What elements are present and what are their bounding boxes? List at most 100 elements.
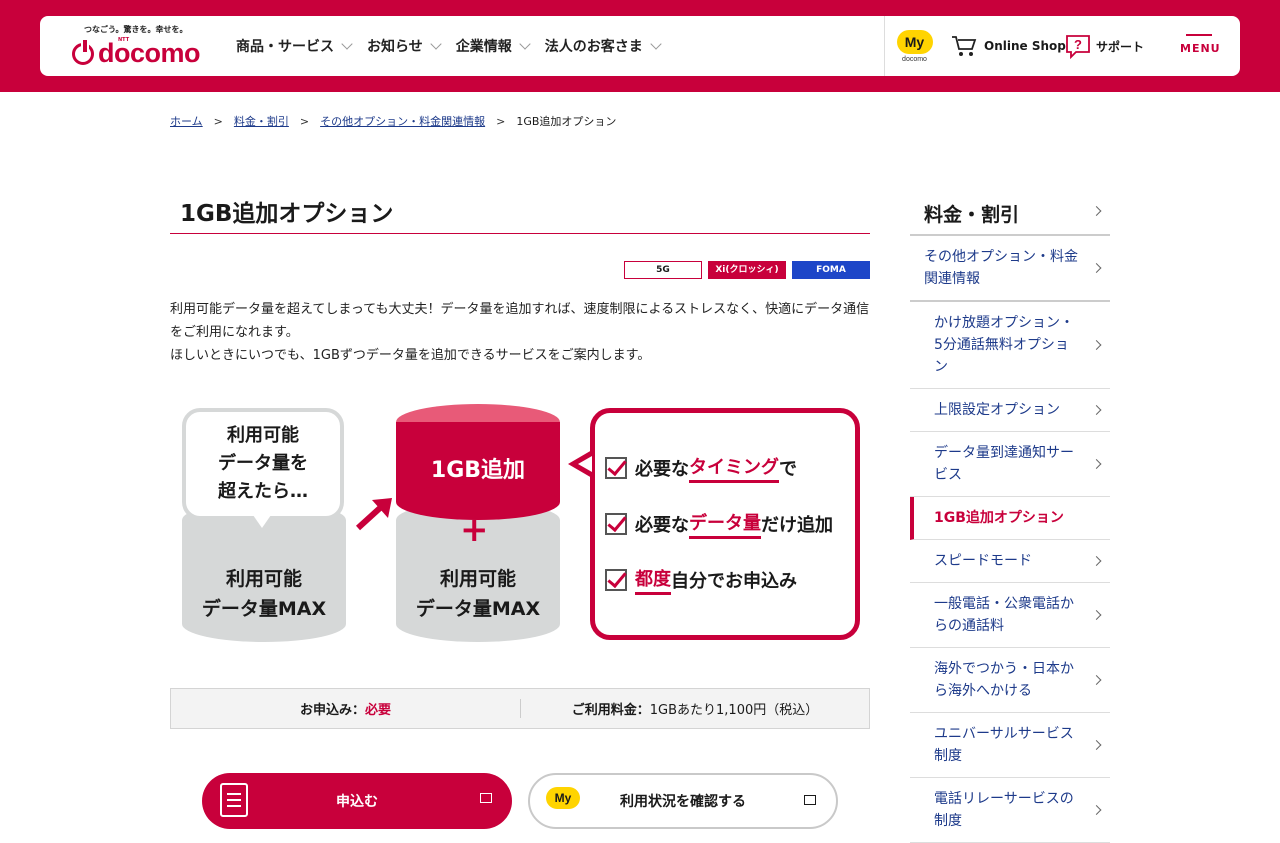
document-icon xyxy=(220,783,248,817)
site-header: つなごう。驚きを。幸せを。 NTT docomo 商品・サービス お知らせ 企業… xyxy=(40,16,1240,76)
apply-button[interactable]: 申込む xyxy=(202,773,512,829)
cylinder-added: 1GB追加 xyxy=(396,404,560,520)
chevron-right-icon xyxy=(1091,610,1102,620)
nav-news[interactable]: お知らせ xyxy=(367,36,442,56)
chevron-right-icon xyxy=(1091,263,1102,273)
panel-tail-inner xyxy=(578,456,592,472)
breadcrumb-sep: > xyxy=(299,114,310,128)
feature-item: 必要な データ量 だけ追加 xyxy=(605,509,833,539)
sidebar-item-1gb[interactable]: 1GB追加オプション xyxy=(910,497,1110,540)
sidebar-item-overseas[interactable]: 海外でつかう・日本から海外へかける xyxy=(910,648,1110,713)
breadcrumb-current: 1GB追加オプション xyxy=(516,115,617,128)
menu-button[interactable]: MENU xyxy=(1180,34,1221,55)
chevron-right-icon xyxy=(1091,675,1102,685)
sidebar-item-limit[interactable]: 上限設定オプション xyxy=(910,389,1110,432)
support-link[interactable]: ? サポート xyxy=(1064,16,1144,76)
chevron-right-icon xyxy=(1091,340,1102,350)
apply-button-label: 申込む xyxy=(336,794,378,810)
service-illustration: 利用可能 データ量MAX 利用可能 データ量を 超えたら… 利用可能 データ量MAX… xyxy=(170,398,870,648)
speech-bubble: 利用可能 データ量を 超えたら… xyxy=(182,408,344,520)
feature-em: 都度 xyxy=(635,565,671,595)
feature-post: で xyxy=(779,459,797,480)
breadcrumb-home[interactable]: ホーム xyxy=(170,113,203,129)
external-link-icon xyxy=(804,795,816,805)
feature-item: 都度 自分でお申込み xyxy=(605,565,797,595)
chevron-right-icon xyxy=(1091,740,1102,750)
cyl-line: 利用可能 xyxy=(439,568,516,590)
logo-tagline: つなごう。驚きを。幸せを。 xyxy=(84,25,188,34)
logo-wordmark: docomo xyxy=(72,38,201,68)
cylinder-left-text: 利用可能データ量MAX xyxy=(182,564,346,624)
sidebar-item-relay[interactable]: 電話リレーサービスの制度 xyxy=(910,778,1110,843)
nav-company[interactable]: 企業情報 xyxy=(455,36,531,56)
intro-line: ほしいときにいつでも、1GBずつデータ量を追加できるサービスをご案内します。 xyxy=(170,348,651,363)
menu-label: MENU xyxy=(1180,42,1221,55)
cyl-line: データ量MAX xyxy=(201,598,327,620)
chevron-down-icon xyxy=(650,37,662,50)
feature-post: だけ追加 xyxy=(761,515,833,536)
breadcrumb-pricing[interactable]: 料金・割引 xyxy=(234,113,289,129)
sidebar-item-universal[interactable]: ユニバーサルサービス制度 xyxy=(910,713,1110,778)
intro-text: 利用可能データ量を超えてしまっても大丈夫！データ量を追加すれば、速度制限によるス… xyxy=(170,298,874,367)
bubble-line: 利用可能 xyxy=(227,425,299,446)
apply-label: お申込み： xyxy=(299,703,365,718)
sidebar-item-label: 一般電話・公衆電話からの通話料 xyxy=(934,596,1074,634)
page-title: 1GB追加オプション xyxy=(170,180,870,234)
nav-business[interactable]: 法人のお客さま xyxy=(544,36,662,56)
my-badge-sub: docomo xyxy=(902,55,927,63)
breadcrumb: ホーム > 料金・割引 > その他オプション・料金関連情報 > 1GB追加オプシ… xyxy=(170,113,616,129)
feature-item: 必要な タイミングで xyxy=(605,453,797,483)
feature-pre: 必要な xyxy=(635,459,689,480)
breadcrumb-sep: > xyxy=(213,114,223,128)
nav-label: 企業情報 xyxy=(455,39,512,55)
sidebar-item-label: 海外でつかう・日本から海外へかける xyxy=(934,661,1074,699)
check-usage-button[interactable]: My 利用状況を確認する xyxy=(528,773,838,829)
power-icon xyxy=(72,40,94,65)
checkbox-icon xyxy=(605,569,627,591)
sidebar-heading-label: 料金・割引 xyxy=(924,204,1020,226)
menu-icon xyxy=(1186,34,1212,36)
bubble-line: データ量を xyxy=(218,453,308,474)
feature-em: タイミング xyxy=(689,453,779,483)
network-tags: 5G Xi(クロッシィ) FOMA xyxy=(624,261,870,279)
nav-label: 法人のお客さま xyxy=(544,39,643,55)
nav-products[interactable]: 商品・サービス xyxy=(236,36,353,56)
sidebar-item-label: 1GB追加オプション xyxy=(934,510,1064,526)
sidebar-item-speedmode[interactable]: スピードモード xyxy=(910,540,1110,583)
chevron-down-icon xyxy=(341,37,353,50)
breadcrumb-other-options[interactable]: その他オプション・料金関連情報 xyxy=(320,113,485,129)
support-label: サポート xyxy=(1096,39,1145,54)
sidebar-heading[interactable]: 料金・割引 xyxy=(910,188,1110,236)
nav-label: お知らせ xyxy=(367,39,423,55)
apply-info: お申込み：必要 xyxy=(171,699,520,718)
breadcrumb-sep: > xyxy=(496,114,506,128)
cyl-line: 利用可能 xyxy=(225,568,302,590)
external-link-icon xyxy=(480,793,492,803)
my-docomo-icon: My xyxy=(546,787,580,809)
feature-panel: 必要な タイミングで 必要な データ量 だけ追加 都度 自分でお申込み xyxy=(590,408,860,640)
sidebar-item-kakehoudai[interactable]: かけ放題オプション・5分通話無料オプション xyxy=(910,302,1110,389)
chevron-right-icon xyxy=(1091,459,1102,469)
sidebar-item-label: かけ放題オプション・5分通話無料オプション xyxy=(934,315,1074,375)
checkbox-icon xyxy=(605,457,627,479)
online-shop-label: Online Shop xyxy=(984,39,1066,53)
tag-5g: 5G xyxy=(624,261,702,279)
sidebar-subheading[interactable]: その他オプション・料金関連情報 xyxy=(910,236,1110,302)
sidebar-item-landline[interactable]: 一般電話・公衆電話からの通話料 xyxy=(910,583,1110,648)
my-docomo-link[interactable]: My docomo xyxy=(884,16,944,76)
docomo-logo[interactable]: つなごう。驚きを。幸せを。 NTT docomo xyxy=(72,24,202,70)
sidebar-item-label: 電話リレーサービスの制度 xyxy=(934,791,1074,829)
online-shop-link[interactable]: Online Shop xyxy=(950,16,1066,76)
info-bar: お申込み：必要 ご利用料金：1GBあたり1,100円（税込） xyxy=(170,688,870,729)
svg-text:?: ? xyxy=(1074,37,1082,52)
chevron-right-icon xyxy=(1091,206,1102,216)
checkbox-icon xyxy=(605,513,627,535)
cylinder-right-text: 利用可能 データ量MAX xyxy=(396,564,560,624)
arrow-up-right-icon xyxy=(355,498,392,531)
bubble-line: 超えたら… xyxy=(218,481,308,502)
tag-foma: FOMA xyxy=(792,261,870,279)
chevron-right-icon xyxy=(1091,556,1102,566)
global-nav: 商品・サービス お知らせ 企業情報 法人のお客さま xyxy=(236,16,676,76)
sidebar-item-notify[interactable]: データ量到達通知サービス xyxy=(910,432,1110,497)
sidebar-sub-label: その他オプション・料金関連情報 xyxy=(924,249,1078,287)
